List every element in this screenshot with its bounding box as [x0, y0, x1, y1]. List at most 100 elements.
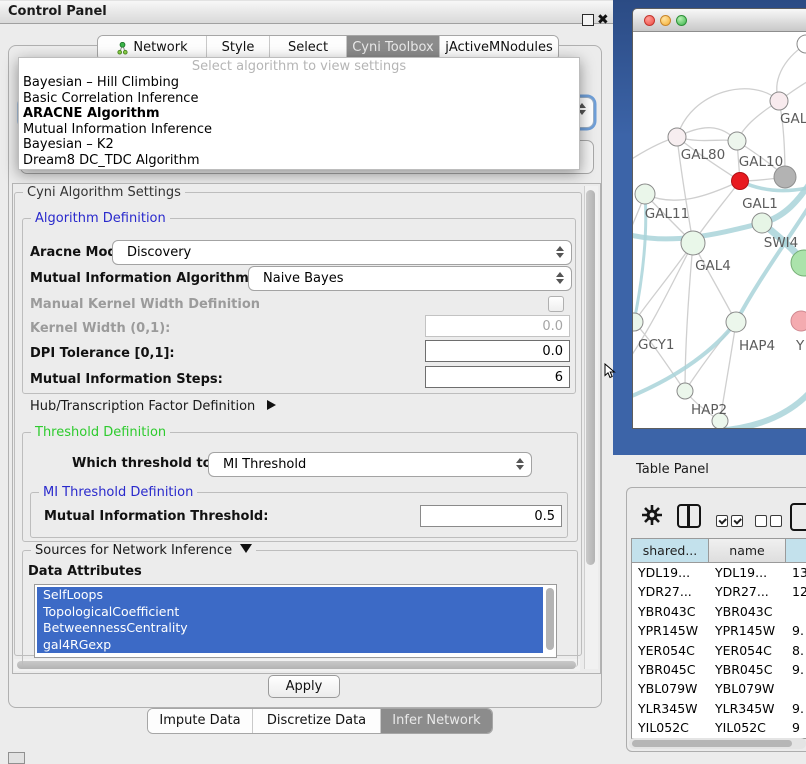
network-node-gal4[interactable] [681, 231, 705, 255]
manual-kernel-width-checkbox[interactable] [548, 296, 564, 312]
table-cell[interactable]: 9 [786, 718, 806, 737]
node-table[interactable]: shared...name YDL19...YDL19...13YDR27...… [631, 538, 806, 739]
network-node-gal11[interactable] [635, 184, 655, 204]
network-node-gal1[interactable] [732, 173, 749, 190]
table-row[interactable]: YDL19...YDL19...13 [632, 563, 806, 582]
table-cell[interactable]: 12 [786, 582, 806, 601]
table-cell[interactable] [786, 602, 806, 621]
table-cell[interactable]: YDR27... [709, 582, 786, 601]
table-column-header[interactable]: shared... [632, 539, 709, 562]
table-row[interactable]: YBL079WYBL079W [632, 679, 806, 698]
sources-group-title[interactable]: Sources for Network Inference [31, 543, 256, 558]
data-attribute-item[interactable]: BetweennessCentrality [37, 620, 543, 637]
dpi-tolerance-field[interactable]: 0.0 [425, 340, 570, 362]
zoom-window-icon[interactable] [676, 15, 687, 26]
table-cell[interactable]: YPR145W [632, 621, 709, 640]
network-node-label: Y [795, 338, 805, 354]
table-cell[interactable]: YBR043C [632, 602, 709, 621]
network-node-swi4[interactable] [752, 213, 772, 233]
network-node-gal7[interactable] [770, 92, 788, 110]
apply-button[interactable]: Apply [268, 675, 340, 698]
table-cell[interactable]: YER054C [709, 641, 786, 660]
close-window-icon[interactable] [644, 15, 655, 26]
mi-threshold-field[interactable]: 0.5 [420, 505, 562, 527]
table-cell[interactable]: YBL079W [709, 679, 786, 698]
network-edge [677, 89, 779, 137]
minimized-panel-icon[interactable] [8, 752, 25, 764]
mi-algorithm-type-combobox[interactable]: Naive Bayes [248, 266, 572, 291]
table-row[interactable]: YPR145WYPR145W9. [632, 621, 806, 640]
network-canvas-svg: GAL7GAL80GAL10GAL1GAL11SWI4GAL4GCY1HAP4Y… [633, 32, 806, 428]
control-panel-title: Control Panel [8, 1, 107, 23]
table-cell[interactable]: YER054C [632, 641, 709, 660]
table-cell[interactable]: YDL19... [632, 563, 709, 582]
table-cell[interactable]: YIL052C [709, 718, 786, 737]
table-cell[interactable]: 8. [786, 641, 806, 660]
algorithm-definition-title: Algorithm Definition [31, 211, 170, 226]
table-cell[interactable]: 9. [786, 660, 806, 679]
table-cell[interactable]: YBR043C [709, 602, 786, 621]
table-cell[interactable]: 13 [786, 563, 806, 582]
table-row[interactable]: YDR27...YDR27...12 [632, 582, 806, 601]
close-panel-icon[interactable]: ✖ [597, 12, 609, 28]
hub-definition-toggle[interactable]: Hub/Transcription Factor Definition [30, 399, 276, 414]
network-canvas[interactable]: GAL7GAL80GAL10GAL1GAL11SWI4GAL4GCY1HAP4Y… [633, 32, 806, 428]
algorithm-option[interactable]: Basic Correlation Inference [19, 91, 579, 107]
which-threshold-combobox[interactable]: MI Threshold [208, 452, 532, 477]
list-scrollbar-thumb[interactable] [546, 588, 554, 650]
float-panel-icon[interactable] [582, 14, 594, 26]
table-cell[interactable]: YBL079W [632, 679, 709, 698]
network-window[interactable]: GAL7GAL80GAL10GAL1GAL11SWI4GAL4GCY1HAP4Y… [632, 8, 806, 429]
algorithm-placeholder: Select algorithm to view settings [19, 58, 579, 75]
select-all-checkboxes-icon[interactable] [716, 512, 746, 531]
table-cell[interactable]: 9. [786, 699, 806, 718]
table-cell[interactable]: YBR045C [632, 660, 709, 679]
tab-discretize-data[interactable]: Discretize Data [253, 709, 381, 733]
manual-kernel-width-label: Manual Kernel Width Definition [30, 297, 260, 312]
network-node-hap4[interactable] [726, 312, 746, 332]
table-cell[interactable]: YPR145W [709, 621, 786, 640]
algorithm-option[interactable]: Dream8 DC_TDC Algorithm [19, 153, 579, 169]
tab-infer-network[interactable]: Infer Network [381, 709, 492, 733]
table-cell[interactable]: YLR345W [709, 699, 786, 718]
table-cell[interactable]: YDL19... [709, 563, 786, 582]
table-column-header[interactable] [786, 539, 806, 562]
table-cell[interactable]: YIL052C [632, 718, 709, 737]
table-row[interactable]: YER054CYER054C8. [632, 641, 806, 660]
table-cell[interactable]: YDR27... [632, 582, 709, 601]
table-row[interactable]: YBR045CYBR045C9. [632, 660, 806, 679]
table-column-header[interactable]: name [709, 539, 786, 562]
deselect-all-checkboxes-icon[interactable] [755, 512, 785, 531]
gear-icon[interactable] [641, 504, 663, 526]
algorithm-option[interactable]: ARACNE Algorithm [19, 106, 579, 122]
vertical-scrollbar-thumb[interactable] [586, 190, 595, 565]
table-cell[interactable]: 9. [786, 621, 806, 640]
algorithm-option[interactable]: Bayesian – K2 [19, 137, 579, 153]
table-row[interactable]: YIL052CYIL052C9 [632, 718, 806, 737]
data-attributes-list[interactable]: SelfLoopsTopologicalCoefficientBetweenne… [34, 584, 557, 658]
table-horizontal-scrollbar-thumb[interactable] [632, 740, 792, 747]
network-node-gal10[interactable] [728, 132, 746, 150]
algorithm-option[interactable]: Mutual Information Inference [19, 122, 579, 138]
data-attribute-item[interactable]: TopologicalCoefficient [37, 604, 543, 621]
minimize-window-icon[interactable] [660, 15, 671, 26]
data-attribute-item[interactable]: SelfLoops [37, 587, 543, 604]
column-visibility-icon[interactable] [677, 504, 701, 528]
table-cell[interactable]: YLR345W [632, 699, 709, 718]
network-node-hap2[interactable] [677, 383, 693, 399]
algorithm-option[interactable]: Bayesian – Hill Climbing [19, 75, 579, 91]
table-cell[interactable]: YBR045C [709, 660, 786, 679]
network-window-titlebar[interactable] [633, 9, 806, 32]
aracne-mode-combobox[interactable]: Discovery [112, 240, 572, 265]
table-row[interactable]: YBR043CYBR043C [632, 602, 806, 621]
network-node-y[interactable] [791, 311, 806, 331]
data-attribute-item[interactable]: gal4RGexp [37, 637, 543, 654]
table-cell[interactable] [786, 679, 806, 698]
mi-steps-field[interactable]: 6 [425, 366, 570, 388]
document-icon[interactable] [790, 503, 806, 531]
table-row[interactable]: YLR345WYLR345W9. [632, 699, 806, 718]
threshold-definition-title: Threshold Definition [31, 425, 170, 440]
network-node-gcy1[interactable] [633, 313, 643, 331]
tab-impute-data[interactable]: Impute Data [148, 709, 253, 733]
network-node-gal80[interactable] [668, 128, 686, 146]
